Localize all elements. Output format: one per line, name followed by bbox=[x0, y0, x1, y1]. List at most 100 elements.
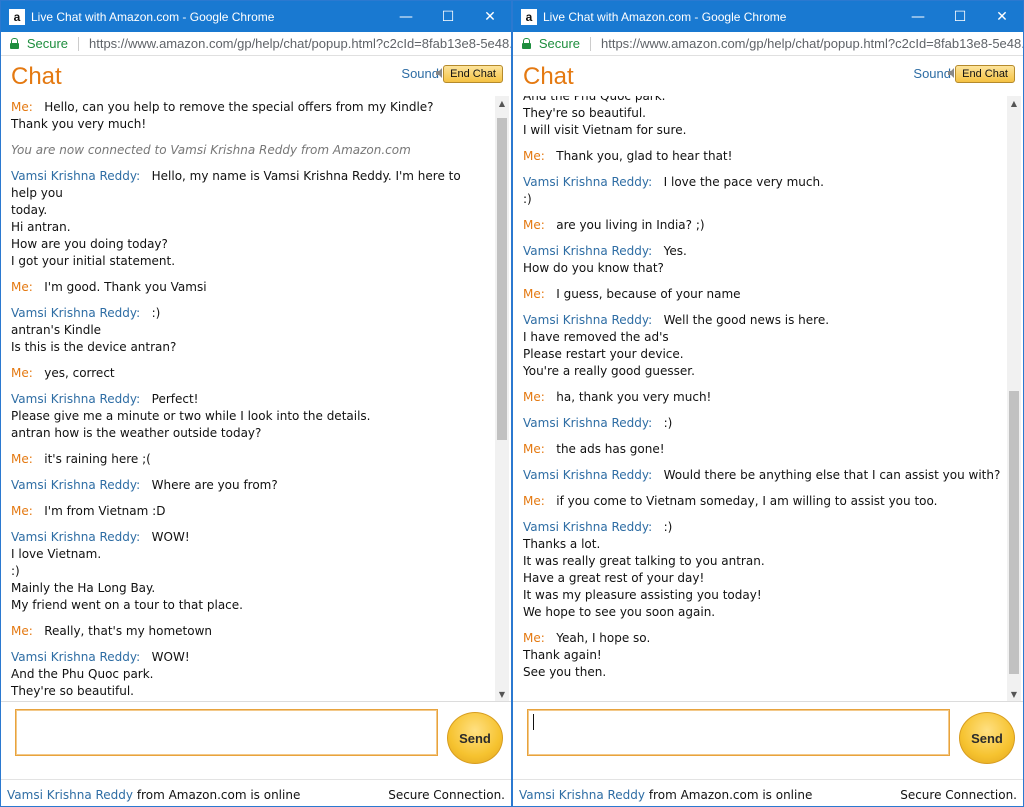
message-sender: Me: bbox=[11, 624, 33, 638]
chat-transcript[interactable]: And the Phu Quoc park. They're so beautif… bbox=[513, 96, 1023, 701]
scroll-down-arrow-icon[interactable]: ▼ bbox=[495, 687, 509, 701]
scroll-thumb[interactable] bbox=[497, 118, 507, 440]
message-sender: Me: bbox=[11, 100, 33, 114]
text-cursor bbox=[533, 714, 534, 730]
message-text: It was my pleasure assisting you today! bbox=[523, 588, 762, 602]
close-icon[interactable]: ✕ bbox=[981, 1, 1023, 32]
chat-message: Vamsi Krishna Reddy: :) antran's Kindle Is… bbox=[11, 305, 489, 356]
chat-transcript[interactable]: Me: Hello, can you help to remove the sp… bbox=[1, 96, 511, 701]
chat-header: Chat Sound End Chat bbox=[513, 56, 1023, 96]
chat-title: Chat bbox=[523, 63, 574, 90]
message-sender: Me: bbox=[11, 366, 33, 380]
message-text: Where are you from? bbox=[151, 478, 278, 492]
chat-message: Vamsi Krishna Reddy: WOW! And the Phu Quo… bbox=[11, 649, 489, 701]
message-sender: Me: bbox=[523, 218, 545, 232]
message-sender: Me: bbox=[523, 149, 545, 163]
chat-window-left: a Live Chat with Amazon.com - Google Chr… bbox=[0, 0, 512, 807]
message-text: Yes. bbox=[663, 244, 687, 258]
message-text: How are you doing today? bbox=[11, 237, 168, 251]
send-button[interactable]: Send bbox=[447, 712, 503, 764]
message-text: Please give me a minute or two while I l… bbox=[11, 409, 371, 423]
message-sender: Me: bbox=[523, 631, 545, 645]
scroll-thumb[interactable] bbox=[1009, 391, 1019, 674]
my-message: Me: yes, correct bbox=[11, 365, 489, 382]
message-text: :) bbox=[151, 306, 161, 320]
address-bar[interactable]: Secure https://www.amazon.com/gp/help/ch… bbox=[513, 32, 1023, 56]
message-text: We hope to see you soon again. bbox=[523, 605, 716, 619]
my-message: Me: if you come to Vietnam someday, I am… bbox=[523, 493, 1001, 510]
lock-icon bbox=[522, 38, 531, 49]
secure-label: Secure bbox=[26, 36, 69, 51]
message-sender: Vamsi Krishna Reddy: bbox=[11, 530, 141, 544]
message-text: I will visit Vietnam for sure. bbox=[523, 123, 687, 137]
agent-status: Vamsi Krishna Reddy from Amazon.com is o… bbox=[7, 788, 300, 802]
message-text: Perfect! bbox=[151, 392, 199, 406]
message-text: I have removed the ad's bbox=[523, 330, 669, 344]
message-text: are you living in India? ;) bbox=[556, 218, 705, 232]
sound-toggle[interactable]: Sound bbox=[913, 66, 951, 81]
input-area: Send bbox=[513, 701, 1023, 778]
url-text[interactable]: https://www.amazon.com/gp/help/chat/popu… bbox=[89, 36, 511, 51]
send-button[interactable]: Send bbox=[959, 712, 1015, 764]
message-text: I guess, because of your name bbox=[556, 287, 741, 301]
minimize-icon[interactable]: — bbox=[385, 1, 427, 32]
message-text: I'm from Vietnam :D bbox=[44, 504, 166, 518]
message-text: You're a really good guesser. bbox=[523, 364, 695, 378]
message-text: ha, thank you very much! bbox=[556, 390, 712, 404]
message-sender: Vamsi Krishna Reddy: bbox=[523, 244, 653, 258]
scrollbar[interactable]: ▲ ▼ bbox=[1007, 96, 1021, 701]
message-input[interactable] bbox=[527, 709, 950, 756]
url-text[interactable]: https://www.amazon.com/gp/help/chat/popu… bbox=[601, 36, 1023, 51]
chat-message: Vamsi Krishna Reddy: Would there be anyt… bbox=[523, 467, 1001, 484]
scroll-up-arrow-icon[interactable]: ▲ bbox=[495, 96, 509, 110]
sound-toggle[interactable]: Sound bbox=[401, 66, 439, 81]
scrollbar[interactable]: ▲ ▼ bbox=[495, 96, 509, 701]
message-text: Really, that's my hometown bbox=[44, 624, 212, 638]
scroll-down-arrow-icon[interactable]: ▼ bbox=[1007, 687, 1021, 701]
chat-message: Vamsi Krishna Reddy: Where are you from? bbox=[11, 477, 489, 494]
window-title: Live Chat with Amazon.com - Google Chrom… bbox=[543, 9, 787, 24]
message-text: It was really great talking to you antra… bbox=[523, 554, 765, 568]
message-text: Hello, can you help to remove the specia… bbox=[44, 100, 434, 114]
message-text: I love the pace very much. bbox=[663, 175, 824, 189]
address-bar[interactable]: Secure https://www.amazon.com/gp/help/ch… bbox=[1, 32, 511, 56]
message-text: They're so beautiful. bbox=[523, 106, 646, 120]
scroll-up-arrow-icon[interactable]: ▲ bbox=[1007, 96, 1021, 110]
close-icon[interactable]: ✕ bbox=[469, 1, 511, 32]
title-bar[interactable]: a Live Chat with Amazon.com - Google Chr… bbox=[513, 1, 1023, 32]
message-sender: Me: bbox=[523, 494, 545, 508]
message-text: My friend went on a tour to that place. bbox=[11, 598, 243, 612]
chat-header: Chat Sound End Chat bbox=[1, 56, 511, 96]
my-message: Me: I'm good. Thank you Vamsi bbox=[11, 279, 489, 296]
message-text: Hi antran. bbox=[11, 220, 71, 234]
message-sender: Me: bbox=[523, 390, 545, 404]
message-text: Thank you, glad to hear that! bbox=[556, 149, 733, 163]
message-sender: Vamsi Krishna Reddy: bbox=[11, 306, 141, 320]
maximize-icon[interactable]: ☐ bbox=[427, 1, 469, 32]
maximize-icon[interactable]: ☐ bbox=[939, 1, 981, 32]
message-text: Mainly the Ha Long Bay. bbox=[11, 581, 156, 595]
chat-message: Vamsi Krishna Reddy: WOW! I love Vietnam.… bbox=[11, 529, 489, 614]
end-chat-button[interactable]: End Chat bbox=[443, 65, 503, 83]
message-text: Thank you very much! bbox=[11, 117, 147, 131]
message-sender: Me: bbox=[523, 442, 545, 456]
secure-connection-label: Secure Connection. bbox=[388, 788, 505, 802]
amazon-favicon-icon: a bbox=[521, 8, 537, 25]
chat-message: And the Phu Quoc park. They're so beautif… bbox=[523, 96, 1001, 139]
message-text: antran's Kindle bbox=[11, 323, 102, 337]
message-text: I got your initial statement. bbox=[11, 254, 176, 268]
message-sender: Vamsi Krishna Reddy: bbox=[523, 520, 653, 534]
message-input[interactable] bbox=[15, 709, 438, 756]
end-chat-button[interactable]: End Chat bbox=[955, 65, 1015, 83]
status-agent-name: Vamsi Krishna Reddy bbox=[7, 788, 134, 802]
message-text: You are now connected to Vamsi Krishna R… bbox=[11, 143, 411, 157]
agent-status: Vamsi Krishna Reddy from Amazon.com is o… bbox=[519, 788, 812, 802]
minimize-icon[interactable]: — bbox=[897, 1, 939, 32]
message-sender: Vamsi Krishna Reddy: bbox=[523, 313, 653, 327]
message-sender: Vamsi Krishna Reddy: bbox=[11, 169, 141, 183]
title-bar[interactable]: a Live Chat with Amazon.com - Google Chr… bbox=[1, 1, 511, 32]
my-message: Me: I'm from Vietnam :D bbox=[11, 503, 489, 520]
message-text: Yeah, I hope so. bbox=[556, 631, 651, 645]
status-online-text: from Amazon.com is online bbox=[645, 788, 813, 802]
message-text: Thank again! bbox=[523, 648, 602, 662]
